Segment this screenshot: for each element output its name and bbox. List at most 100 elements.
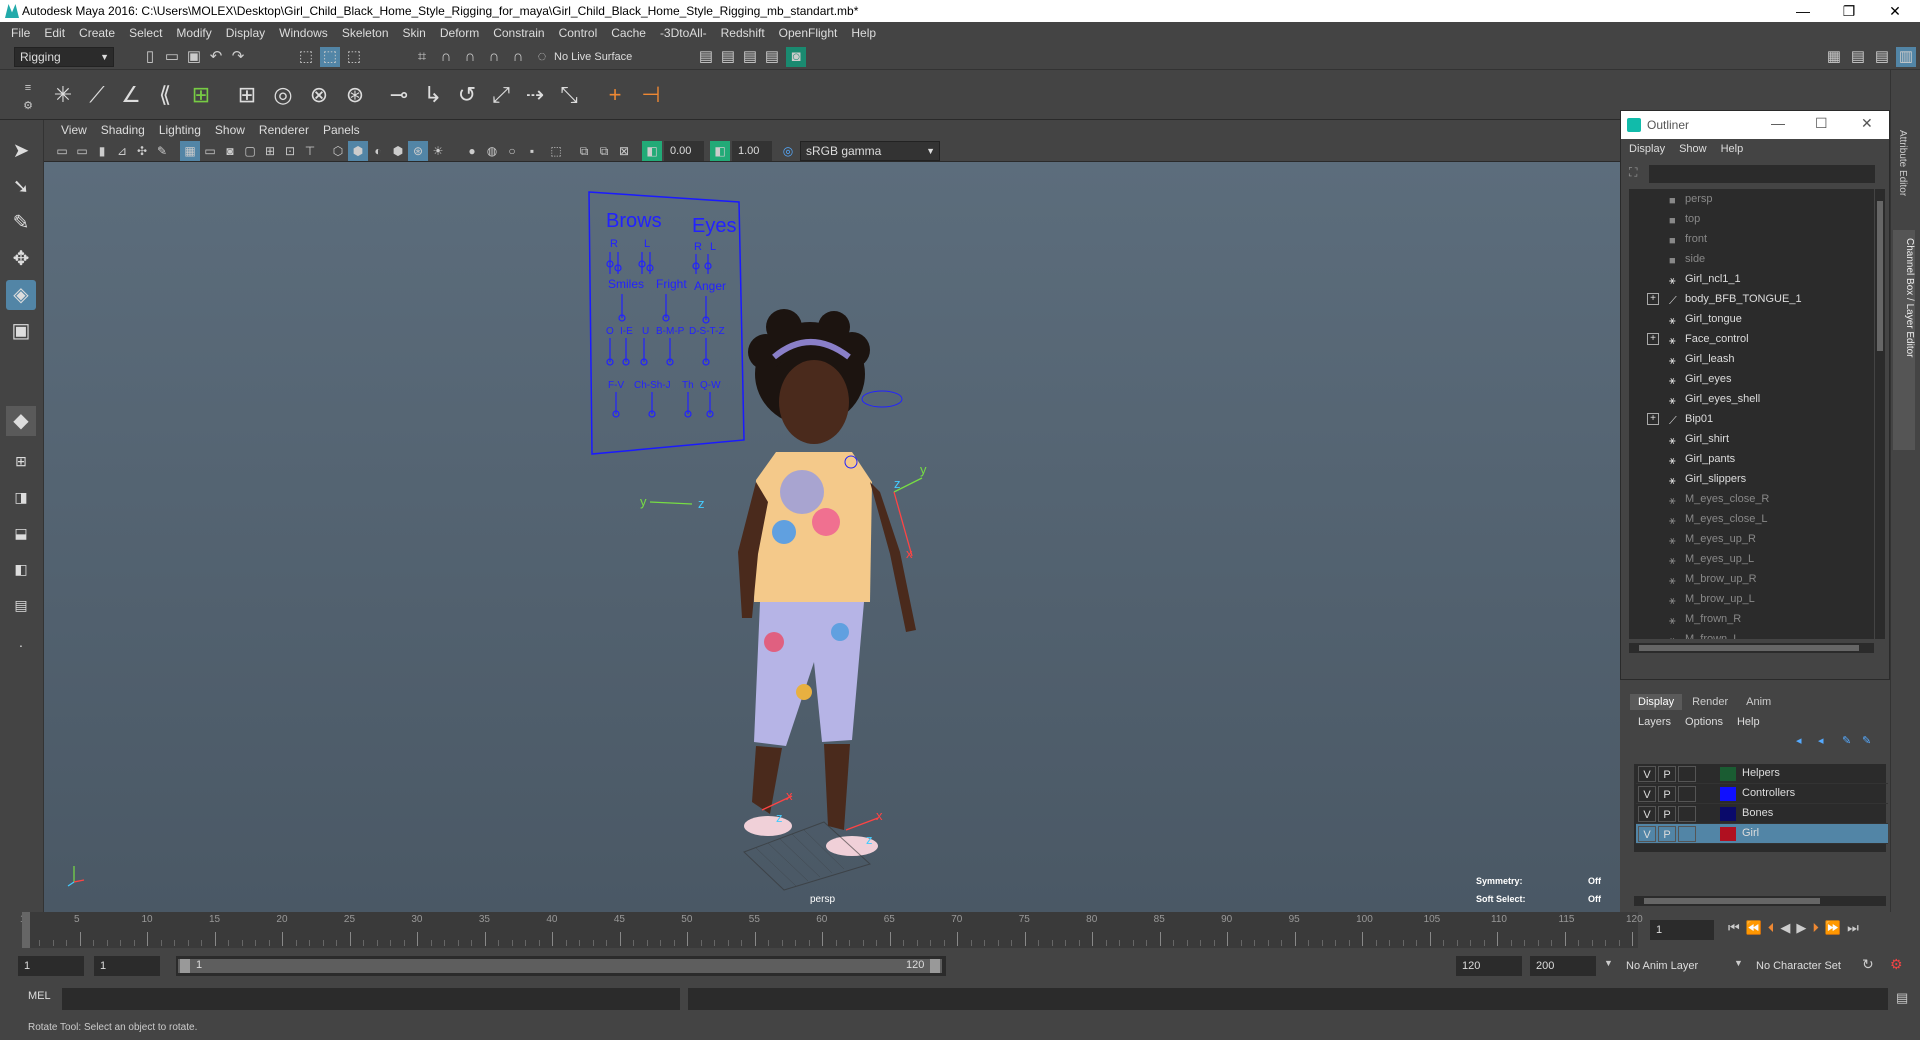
layer-color-swatch[interactable] (1720, 787, 1736, 801)
menu-display[interactable]: Display (219, 26, 272, 40)
xray-joints-icon[interactable]: ⧉ (594, 141, 614, 161)
make-live-icon[interactable]: ◌ (532, 47, 552, 67)
xray-icon[interactable]: ⧉ (574, 141, 594, 161)
layer-row-girl[interactable]: V P Girl (1636, 824, 1888, 844)
render-view-icon[interactable]: ▤ (762, 47, 782, 67)
layer-display-type-toggle[interactable] (1678, 786, 1696, 802)
layer-row-bones[interactable]: V P Bones (1636, 804, 1888, 824)
outliner-item[interactable]: ⚹ M_brow_up_L (1629, 589, 1874, 609)
select-hierarchy-icon[interactable]: ⬚ (296, 47, 316, 67)
menu-skin[interactable]: Skin (396, 26, 433, 40)
chevron-down-icon[interactable]: ▼ (1604, 958, 1613, 968)
add-influence-icon[interactable]: + (600, 80, 630, 110)
point-constraint-icon[interactable]: ⊸ (384, 80, 414, 110)
scale-tool-icon[interactable]: ▣ (6, 316, 36, 346)
current-time-marker[interactable] (22, 912, 30, 948)
outliner-item[interactable]: ⚹ M_eyes_up_L (1629, 549, 1874, 569)
wireframe-icon[interactable]: ⬡ (328, 141, 348, 161)
outliner-item[interactable]: ⚹ M_eyes_up_R (1629, 529, 1874, 549)
go-to-start-icon[interactable]: ⏮ (1728, 920, 1740, 936)
menu-redshift[interactable]: Redshift (714, 26, 772, 40)
four-pane-layout-icon[interactable]: ⊞ (6, 446, 36, 476)
outliner-search-field[interactable] (1649, 165, 1875, 183)
xray-components-icon[interactable]: ⊠ (614, 141, 634, 161)
scale-constraint-icon[interactable]: ⤢ (486, 80, 516, 110)
outliner-item[interactable]: ⚹ M_brow_up_R (1629, 569, 1874, 589)
channel-box-toggle-icon[interactable]: ▥ (1896, 47, 1916, 67)
film-gate-icon[interactable]: ▭ (200, 141, 220, 161)
mirror-joint-icon[interactable]: ⟪ (150, 80, 180, 110)
tool-settings-toggle-icon[interactable]: ▤ (1872, 47, 1892, 67)
render-frame-icon[interactable]: ▤ (718, 47, 738, 67)
new-layer-selected-icon[interactable]: ✎ (1862, 734, 1871, 747)
motion-blur-icon[interactable]: ◍ (482, 141, 502, 161)
single-pane-layout-icon[interactable]: ◆ (6, 406, 36, 436)
menu-modify[interactable]: Modify (169, 26, 218, 40)
parent-constraint-icon[interactable]: ⇢ (520, 80, 550, 110)
outliner-item[interactable]: ⚹ M_frown_L (1629, 629, 1874, 639)
graph-layout-icon[interactable]: ▤ (6, 590, 36, 620)
outliner-close-button[interactable]: ✕ (1861, 115, 1873, 132)
exposure-icon[interactable]: ◧ (642, 141, 662, 161)
layer-visibility-toggle[interactable]: V (1638, 806, 1656, 822)
cluster-icon[interactable]: ⊞ (232, 80, 262, 110)
two-pane-stacked-icon[interactable]: ⬓ (6, 518, 36, 548)
outliner-item[interactable]: ■ persp (1629, 189, 1874, 209)
menu-openflight[interactable]: OpenFlight (772, 26, 845, 40)
paint-select-icon[interactable]: ✎ (6, 208, 36, 238)
go-to-end-icon[interactable]: ⏭ (1847, 920, 1859, 936)
vp-menu-panels[interactable]: Panels (316, 123, 367, 137)
step-forward-frame-icon[interactable]: ⏵ (1812, 920, 1819, 936)
menu-skeleton[interactable]: Skeleton (335, 26, 396, 40)
outliner-item[interactable]: + ⟋ Bip01 (1629, 409, 1874, 429)
two-pane-side-icon[interactable]: ◨ (6, 482, 36, 512)
color-management-icon[interactable]: ◎ (778, 141, 798, 161)
command-input[interactable] (62, 988, 680, 1010)
open-scene-icon[interactable]: ▭ (162, 47, 182, 67)
anim-layer-dropdown[interactable]: No Anim Layer (1626, 956, 1746, 976)
layer-color-swatch[interactable] (1720, 767, 1736, 781)
outliner-item[interactable]: ⚹ Girl_tongue (1629, 309, 1874, 329)
modeling-toolkit-icon[interactable]: ▦ (1824, 47, 1844, 67)
menu-constrain[interactable]: Constrain (486, 26, 551, 40)
resolution-gate-icon[interactable]: ◙ (220, 141, 240, 161)
new-layer-icon[interactable]: ✎ (1842, 734, 1851, 747)
render-settings-icon[interactable]: ▤ (696, 47, 716, 67)
gamma-icon[interactable]: ◧ (710, 141, 730, 161)
sculpt-icon[interactable]: ⊛ (340, 80, 370, 110)
outliner-menu-display[interactable]: Display (1629, 143, 1665, 161)
shadows-icon[interactable]: ☀ (428, 141, 448, 161)
vp-menu-lighting[interactable]: Lighting (152, 123, 208, 137)
outliner-item[interactable]: ⚹ Girl_shirt (1629, 429, 1874, 449)
smooth-shade-icon[interactable]: ⬢ (348, 141, 368, 161)
move-layer-up-icon[interactable]: ◂ (1796, 734, 1802, 747)
bind-skin-icon[interactable]: ⊞ (186, 80, 216, 110)
animation-end-field[interactable]: 200 (1530, 956, 1596, 976)
layer-color-swatch[interactable] (1720, 807, 1736, 821)
ambient-occlusion-icon[interactable]: ● (462, 141, 482, 161)
camera-attributes-icon[interactable]: ▭ (72, 141, 92, 161)
menu-file[interactable]: File (4, 26, 37, 40)
exposure-field[interactable]: 0.00 (664, 141, 704, 161)
menu-3dtoall[interactable]: -3DtoAll- (653, 26, 714, 40)
gamma-field[interactable]: 1.00 (732, 141, 772, 161)
menu-control[interactable]: Control (552, 26, 605, 40)
range-end-handle[interactable] (930, 959, 940, 973)
menu-help[interactable]: Help (844, 26, 883, 40)
outliner-item[interactable]: ■ front (1629, 229, 1874, 249)
animation-preferences-icon[interactable]: ⚙ (1890, 956, 1903, 973)
grease-pencil-icon[interactable]: ✎ (152, 141, 172, 161)
step-back-frame-icon[interactable]: ⏴ (1768, 920, 1775, 936)
layer-color-swatch[interactable] (1720, 827, 1736, 841)
grid-toggle-icon[interactable]: ▦ (180, 141, 200, 161)
move-layer-down-icon[interactable]: ◂ (1818, 734, 1824, 747)
layer-hscrollbar[interactable] (1634, 896, 1886, 906)
shelf-settings-icon[interactable]: ⚙ (18, 96, 38, 116)
outliner-item[interactable]: ⚹ Girl_slippers (1629, 469, 1874, 489)
menuset-dropdown[interactable]: Rigging ▼ (14, 47, 114, 67)
vp-menu-view[interactable]: View (54, 123, 94, 137)
pole-vector-icon[interactable]: ⤡ (554, 80, 584, 110)
menu-create[interactable]: Create (72, 26, 122, 40)
time-slider[interactable]: 1510152025303540455055606570758085909510… (0, 912, 1920, 952)
expand-icon[interactable]: + (1647, 413, 1659, 425)
